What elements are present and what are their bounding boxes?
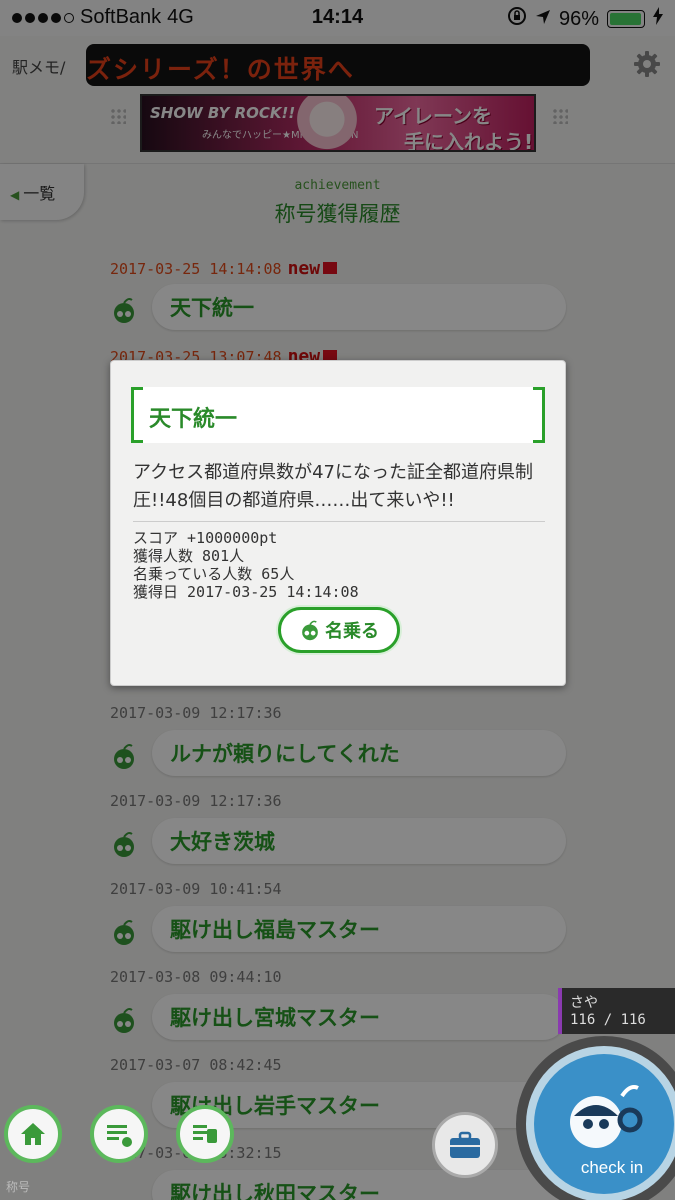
user-hp: 116 / 116 <box>570 1012 646 1028</box>
briefcase-icon <box>450 1131 480 1158</box>
train-list-button[interactable] <box>176 1105 234 1163</box>
acquired-date-stat: 獲得日 2017-03-25 14:14:08 <box>133 583 359 601</box>
dialog-title-box: 天下統一 <box>131 387 545 443</box>
train-icon <box>193 1125 217 1143</box>
list-icon <box>107 1125 132 1147</box>
check-in-face: check in <box>534 1054 674 1194</box>
user-status-box: さや 116 / 116 <box>558 988 675 1034</box>
dialog-description: アクセス都道府県数が47になった証全都道府県制圧!!48個目の都道府県……出て来… <box>133 462 534 511</box>
acquired-count-stat: 獲得人数 801人 <box>133 547 245 565</box>
user-name: さや <box>570 995 598 1011</box>
dialog-stats: スコア +1000000pt 獲得人数 801人 名乗っている人数 65人 獲得… <box>133 529 359 601</box>
check-in-label: check in <box>580 1158 644 1177</box>
home-button[interactable] <box>4 1105 62 1163</box>
character-icon <box>302 620 318 641</box>
tab-label: 称号 <box>6 1180 31 1194</box>
bottom-nav <box>0 1095 260 1173</box>
character-icon <box>570 1085 643 1148</box>
achievement-detail-dialog: 天下統一 アクセス都道府県数が47になった証全都道府県制圧!!48個目の都道府県… <box>110 360 566 686</box>
named-count-stat: 名乗っている人数 65人 <box>133 565 295 583</box>
check-in-button[interactable]: check in <box>516 1036 675 1200</box>
home-icon <box>21 1123 45 1145</box>
bracket-decoration <box>533 387 545 443</box>
use-title-label: 名乗る <box>325 621 379 642</box>
dialog-title: 天下統一 <box>149 407 238 432</box>
divider <box>133 521 545 522</box>
menu-list-button[interactable] <box>90 1105 148 1163</box>
toolbox-button[interactable] <box>432 1112 498 1178</box>
bracket-decoration <box>131 387 143 443</box>
use-title-button[interactable]: 名乗る <box>278 607 400 653</box>
score-stat: スコア +1000000pt <box>133 529 278 547</box>
